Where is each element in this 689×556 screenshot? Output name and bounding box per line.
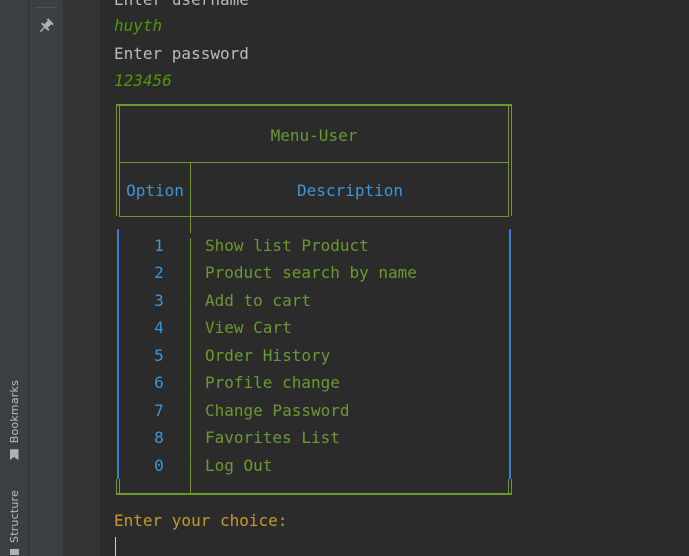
- option-number: 1: [154, 236, 164, 255]
- option-number: 2: [154, 263, 164, 282]
- input-password: 123456: [114, 71, 172, 90]
- pin-icon: [39, 18, 54, 33]
- structure-icon: [9, 548, 19, 555]
- option-description: Product search by name: [205, 263, 417, 282]
- console-gutter: [64, 0, 100, 556]
- option-number: 0: [154, 456, 164, 475]
- bookmark-icon: [9, 449, 19, 461]
- run-toolbar: [29, 0, 64, 556]
- table-border-left-foot: [116, 479, 120, 495]
- option-description: Profile change: [205, 373, 340, 392]
- option-description: Order History: [205, 346, 331, 365]
- option-description: Change Password: [205, 401, 350, 420]
- table-border-left-blue: [117, 229, 119, 479]
- left-tool-strip: Bookmarks Structure: [0, 0, 29, 556]
- pin-tab-button[interactable]: [36, 16, 56, 36]
- option-description: Add to cart: [205, 291, 311, 310]
- option-number: 8: [154, 428, 164, 447]
- option-number: 3: [154, 291, 164, 310]
- table-border-right-blue: [509, 229, 511, 479]
- table-border-bottom: [116, 493, 512, 495]
- option-number: 4: [154, 318, 164, 337]
- choice-prompt: Enter your choice:: [114, 511, 288, 530]
- option-description: View Cart: [205, 318, 292, 337]
- bookmarks-tab[interactable]: Bookmarks: [4, 380, 24, 461]
- bookmarks-tab-label: Bookmarks: [7, 380, 21, 444]
- title-separator: [119, 162, 509, 163]
- prompt-username: Enter username: [114, 0, 249, 10]
- prompt-password: Enter password: [114, 44, 249, 63]
- structure-tab-label: Structure: [7, 490, 21, 543]
- option-number: 5: [154, 346, 164, 365]
- toolbar-separator: [35, 7, 57, 8]
- option-description: Show list Product: [205, 236, 369, 255]
- header-separator: [119, 216, 509, 217]
- header-description: Description: [297, 181, 403, 200]
- header-option: Option: [126, 181, 184, 200]
- menu-title: Menu-User: [270, 126, 358, 145]
- console-output[interactable]: Enter username huyth Enter password 1234…: [101, 0, 689, 556]
- structure-tab[interactable]: Structure: [4, 490, 24, 555]
- option-description: Favorites List: [205, 428, 340, 447]
- option-number: 6: [154, 373, 164, 392]
- menu-table: Menu-User Option Description 1 Show list…: [116, 104, 512, 495]
- option-number: 7: [154, 401, 164, 420]
- table-border-top: [116, 104, 512, 106]
- text-cursor[interactable]: [115, 537, 116, 556]
- option-description: Log Out: [205, 456, 273, 475]
- input-username: huyth: [114, 16, 163, 35]
- table-border-right-foot: [508, 479, 512, 495]
